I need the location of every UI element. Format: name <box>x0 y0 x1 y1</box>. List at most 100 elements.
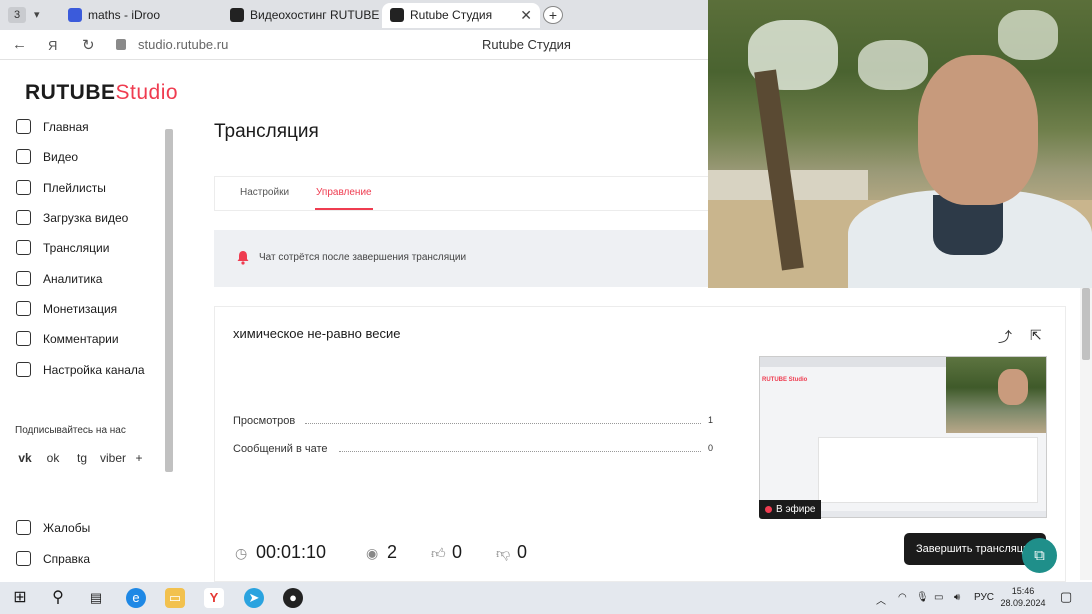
browser-tab-idroo[interactable]: maths - iDroo <box>60 3 220 28</box>
stat-value: 1 <box>707 415 713 425</box>
vk-icon[interactable]: vk <box>15 448 35 468</box>
dislikes-value: 0 <box>517 542 528 562</box>
browser-tab-rutube-studio[interactable]: Rutube Студия ✕ <box>382 3 540 28</box>
help-icon <box>16 551 31 566</box>
complaints-icon <box>16 520 31 535</box>
sidebar-item-label: Плейлисты <box>43 181 106 195</box>
video-icon <box>16 149 31 164</box>
rutube-studio-logo[interactable]: RUTUBEStudio <box>25 81 178 105</box>
sidebar-item-label: Видео <box>43 150 79 164</box>
share-icon[interactable]: ⤴ <box>998 327 1012 347</box>
sidebar-item-label: Загрузка видео <box>43 211 129 225</box>
broadcast-icon <box>16 240 31 255</box>
stat-views: Просмотров 1 <box>233 415 713 429</box>
thumbs-up-icon: 👍︎ <box>431 545 446 561</box>
home-icon <box>16 119 31 134</box>
chat-alert-text: Чат сотрётся после завершения трансляции <box>259 252 467 263</box>
stream-title: химическое не-равно весие <box>233 326 401 341</box>
stat-chat-messages: Сообщений в чате 0 <box>233 443 713 457</box>
playlist-icon <box>16 180 31 195</box>
logo-sub: Studio <box>115 81 179 104</box>
tab-list-chevron-icon[interactable]: ▾ <box>34 8 40 21</box>
stat-value: 0 <box>707 443 713 453</box>
preview-logo: RUTUBE Studio <box>762 377 808 383</box>
lock-icon <box>116 39 126 50</box>
page-title: Rutube Студия <box>482 37 571 52</box>
windows-taskbar: ⊞ ⚲ ▤ e ▭ Y ➤ ● ︿ ◠ 🎙︎ ▭ 🔊︎ РУС ▢ <box>0 582 1092 614</box>
sidebar-item-label: Справка <box>43 552 91 566</box>
likes-counter: 👍︎ 0 <box>431 542 471 564</box>
yandex-browser-icon[interactable]: Y <box>204 588 224 608</box>
sidebar-item-label: Монетизация <box>43 302 118 316</box>
microphone-icon[interactable]: 🎙︎ <box>916 592 929 603</box>
upload-icon <box>16 210 31 225</box>
rutube-favicon-icon <box>390 8 404 22</box>
windows-start-icon[interactable]: ⊞ <box>10 588 30 608</box>
clock-icon: ◷ <box>235 545 248 561</box>
telegram-icon[interactable]: ➤ <box>244 588 264 608</box>
preview-tabbar <box>760 357 946 367</box>
active-tab-underline <box>315 208 373 210</box>
obs-icon[interactable]: ● <box>283 588 303 608</box>
preview-webcam <box>946 357 1046 433</box>
bell-icon <box>237 251 249 265</box>
telegram-icon[interactable]: tg <box>72 448 92 468</box>
sidebar-item-label: Настройка канала <box>43 363 145 377</box>
stat-label: Просмотров <box>233 415 296 427</box>
tab-settings[interactable]: Настройки <box>240 187 289 198</box>
clock-date: 28.09.2024 <box>1000 598 1046 608</box>
notifications-icon[interactable]: ▢ <box>1060 589 1072 605</box>
volume-icon[interactable]: 🔊︎ <box>954 592 960 603</box>
viewers-icon: ◉ <box>366 545 379 561</box>
taskbar-clock[interactable]: 15:46 28.09.2024 <box>1000 585 1046 609</box>
logo-main: RUTUBE <box>25 81 116 104</box>
search-icon[interactable]: ⚲ <box>48 588 68 608</box>
subscribe-heading: Подписывайтесь на нас <box>15 425 126 436</box>
chat-fab-icon[interactable]: ⧉ <box>1022 538 1057 573</box>
sidebar-item-label: Комментарии <box>43 332 119 346</box>
dislikes-counter: 👎︎ 0 <box>496 542 536 564</box>
idroo-favicon-icon <box>68 8 82 22</box>
new-tab-button[interactable]: + <box>543 6 563 24</box>
sidebar-item-label: Аналитика <box>43 272 103 286</box>
page-scrollbar[interactable] <box>1080 288 1092 580</box>
tab-label: Видеохостинг RUTUBE. С <box>250 8 380 22</box>
network-icon[interactable]: ◠ <box>898 592 907 603</box>
comments-icon <box>16 331 31 346</box>
reload-icon[interactable]: ↻ <box>82 36 95 54</box>
webcam-sky <box>858 40 928 90</box>
live-badge-label: В эфире <box>776 504 816 515</box>
language-indicator[interactable]: РУС <box>974 592 994 603</box>
odnoklassniki-icon[interactable]: ok <box>43 448 63 468</box>
preview-card <box>818 437 1038 503</box>
clock-time: 15:46 <box>1011 586 1035 596</box>
tab-management[interactable]: Управление <box>316 187 372 198</box>
open-external-icon[interactable]: ⇱ <box>1030 327 1042 344</box>
monetization-icon <box>16 301 31 316</box>
yandex-icon[interactable]: Я <box>48 38 57 53</box>
dotted-leader <box>305 423 701 424</box>
viber-icon[interactable]: viber <box>100 448 126 468</box>
viewers-counter: ◉ 2 <box>366 542 406 564</box>
edge-icon[interactable]: e <box>126 588 146 608</box>
tray-chevron-icon[interactable]: ︿ <box>876 592 886 607</box>
file-explorer-icon[interactable]: ▭ <box>165 588 185 608</box>
sidebar-item-label: Жалобы <box>43 521 91 535</box>
page-scroll-thumb[interactable] <box>1082 288 1090 360</box>
page-heading: Трансляция <box>214 121 319 142</box>
webcam-person-head <box>918 55 1038 205</box>
tab-count-badge[interactable]: 3 <box>8 7 26 23</box>
stream-preview[interactable]: RUTUBE Studio <box>759 356 1047 518</box>
browser-tab-rutube[interactable]: Видеохостинг RUTUBE. С <box>222 3 380 28</box>
sidebar-scrollbar[interactable] <box>163 123 173 578</box>
back-arrow-icon[interactable]: ← <box>12 36 27 53</box>
live-badge: В эфире <box>759 500 821 519</box>
more-social-icon[interactable]: + <box>129 448 149 468</box>
task-view-icon[interactable]: ▤ <box>86 588 106 608</box>
analytics-icon <box>16 271 31 286</box>
sidebar-item-label: Трансляции <box>43 241 110 255</box>
sidebar-scroll-thumb[interactable] <box>165 129 173 472</box>
url-field[interactable]: studio.rutube.ru <box>138 37 228 52</box>
close-tab-icon[interactable]: ✕ <box>520 3 532 28</box>
battery-icon[interactable]: ▭ <box>934 592 943 603</box>
